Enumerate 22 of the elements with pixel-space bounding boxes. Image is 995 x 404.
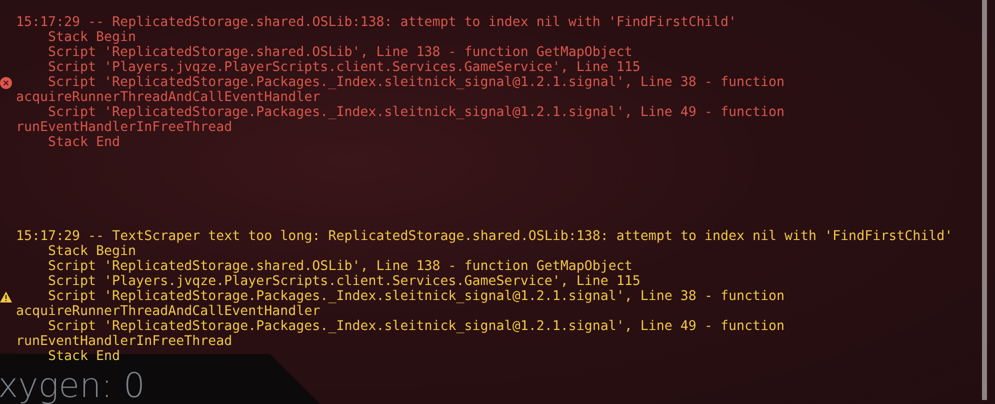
error-icon xyxy=(0,76,12,88)
log-line: Script 'ReplicatedStorage.shared.OSLib', Line 138 - function GetMapObject xyxy=(48,259,632,274)
log-line: Stack Begin xyxy=(48,244,136,259)
log-line: Script 'ReplicatedStorage.Packages._Index.sleitnick_signal@1.2.1.signal', Line 38 - function xyxy=(48,289,784,304)
oxygen-label: xygen: 0 xyxy=(0,366,146,404)
log-line: acquireRunnerThreadAndCallEventHandler xyxy=(16,304,320,319)
log-line: 15:17:29 -- TextScraper text too long: ReplicatedStorage.shared.OSLib:138: attempt to index nil with 'FindFirstChild' xyxy=(16,229,953,244)
scrollbar[interactable] xyxy=(982,0,987,400)
log-line: runEventHandlerInFreeThread xyxy=(16,120,232,135)
log-line: acquireRunnerThreadAndCallEventHandler xyxy=(16,90,320,105)
log-line: Stack End xyxy=(48,135,120,150)
warning-icon xyxy=(0,291,12,302)
log-line: Script 'ReplicatedStorage.shared.OSLib', Line 138 - function GetMapObject xyxy=(48,45,632,60)
log-line: Script 'Players.jvqze.PlayerScripts.client.Services.GameService', Line 115 xyxy=(48,60,640,75)
log-line: Script 'ReplicatedStorage.Packages._Index.sleitnick_signal@1.2.1.signal', Line 49 - function xyxy=(48,319,784,334)
log-line: Script 'Players.jvqze.PlayerScripts.client.Services.GameService', Line 115 xyxy=(48,274,640,289)
log-line: Script 'ReplicatedStorage.Packages._Index.sleitnick_signal@1.2.1.signal', Line 38 - function xyxy=(48,75,784,90)
log-line: 15:17:29 -- ReplicatedStorage.shared.OSLib:138: attempt to index nil with 'FindFirstChild' xyxy=(16,15,736,30)
log-line: Stack End xyxy=(48,349,120,364)
log-line: Script 'ReplicatedStorage.Packages._Index.sleitnick_signal@1.2.1.signal', Line 49 - function xyxy=(48,105,784,120)
log-line: Stack Begin xyxy=(48,30,136,45)
log-line: runEventHandlerInFreeThread xyxy=(16,334,232,349)
